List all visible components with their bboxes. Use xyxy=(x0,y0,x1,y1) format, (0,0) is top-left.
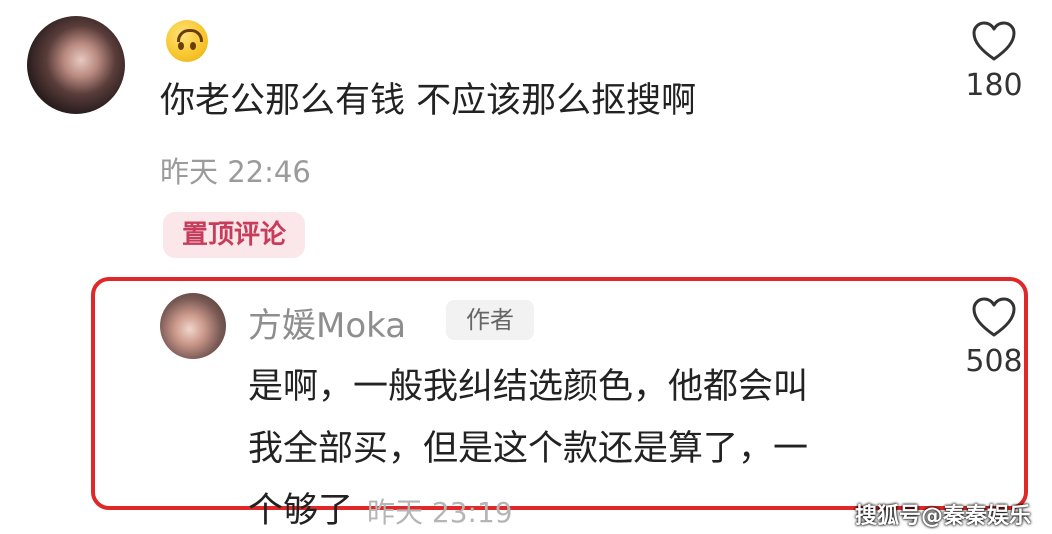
pinned-comment-badge: 置顶评论 xyxy=(163,212,305,258)
comment-screen: 你老公那么有钱 不应该那么抠搜啊 昨天 22:46 置顶评论 180 方媛Mok… xyxy=(0,0,1052,534)
reply-time: 昨天 23:19 xyxy=(367,496,513,529)
author-badge: 作者 xyxy=(446,300,534,340)
reply-text: 是啊，一般我纠结选颜色，他都会叫 我全部买，但是这个款还是算了，一 个够了 昨天 … xyxy=(248,356,918,534)
like-button[interactable]: 180 xyxy=(954,20,1034,103)
upside-down-face-emoji-icon xyxy=(166,20,208,62)
reply-line: 个够了 昨天 23:19 xyxy=(248,480,918,534)
reply-like-button[interactable]: 508 xyxy=(954,296,1034,379)
comment-time: 昨天 22:46 xyxy=(160,155,311,189)
reply-username[interactable]: 方媛Moka xyxy=(248,298,406,347)
heart-icon xyxy=(972,297,1016,337)
watermark: 搜狐号@秦秦娱乐 xyxy=(855,504,1032,529)
emoji-eye xyxy=(190,42,196,50)
reply-line: 我全部买，但是这个款还是算了，一 xyxy=(248,429,809,469)
emoji-mouth xyxy=(177,29,203,42)
reply-avatar[interactable] xyxy=(160,293,226,359)
reply-like-count: 508 xyxy=(965,344,1023,379)
like-count: 180 xyxy=(965,68,1023,103)
comment-text: 你老公那么有钱 不应该那么抠搜啊 xyxy=(160,81,697,121)
emoji-eye xyxy=(178,42,184,50)
heart-icon xyxy=(972,21,1016,61)
avatar[interactable] xyxy=(27,16,125,114)
reply-line-text: 个够了 xyxy=(248,491,354,531)
reply-line: 是啊，一般我纠结选颜色，他都会叫 xyxy=(248,367,809,407)
